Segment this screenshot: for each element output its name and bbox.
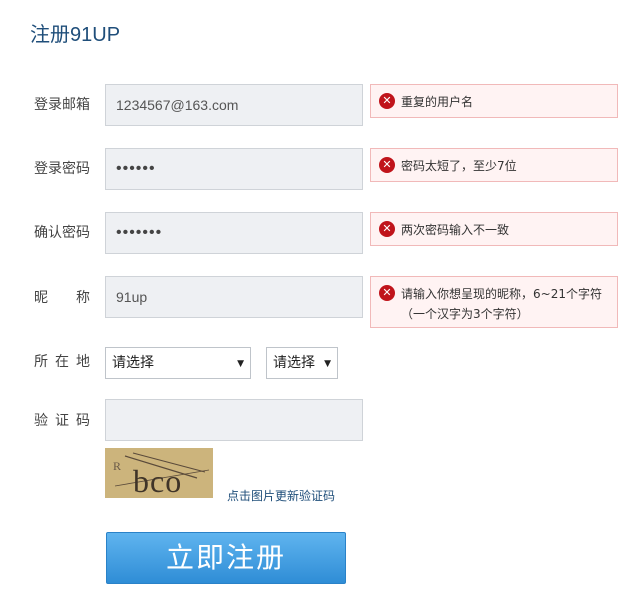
city-select[interactable]: 请选择 ▼ [266, 347, 338, 379]
captcha-label-char: 证 [55, 413, 69, 429]
nickname-error-line1: 请输入你想呈现的昵称，6~21个字符 [401, 287, 602, 301]
location-label: 所 在 地 [34, 351, 90, 371]
error-x-icon: ✕ [379, 157, 395, 173]
password-label: 登录密码 [34, 161, 90, 177]
password-error-text: 密码太短了，至少7位 [401, 159, 517, 173]
password-error: ✕ 密码太短了，至少7位 [370, 148, 618, 182]
captcha-input[interactable] [105, 399, 363, 441]
error-x-icon: ✕ [379, 285, 395, 301]
nickname-error: ✕ 请输入你想呈现的昵称，6~21个字符 （一个汉字为3个字符） [370, 276, 618, 328]
location-label-char: 地 [76, 354, 90, 370]
nickname-label: 昵 称 [34, 287, 90, 307]
nickname-label-char: 称 [76, 290, 90, 306]
location-label-char: 在 [55, 354, 69, 370]
nickname-label-char: 昵 [34, 290, 48, 306]
nickname-error-line2: （一个汉字为3个字符） [401, 307, 529, 321]
captcha-image[interactable]: R bco [105, 448, 213, 498]
captcha-prefix-text: R [113, 459, 121, 473]
register-button[interactable]: 立即注册 [106, 532, 346, 584]
chevron-down-icon: ▼ [237, 359, 244, 369]
nickname-input[interactable]: 91up [105, 276, 363, 318]
captcha-label-char: 验 [34, 413, 48, 429]
confirm-label: 确认密码 [34, 225, 90, 241]
chevron-down-icon: ▼ [324, 359, 331, 369]
page-title: 注册91UP [30, 24, 121, 46]
email-label: 登录邮箱 [34, 97, 90, 113]
confirm-password-input[interactable]: ••••••• [105, 212, 363, 254]
location-label-char: 所 [34, 354, 48, 370]
confirm-error: ✕ 两次密码输入不一致 [370, 212, 618, 246]
city-select-value: 请选择 [273, 355, 315, 371]
error-x-icon: ✕ [379, 221, 395, 237]
email-error: ✕ 重复的用户名 [370, 84, 618, 118]
captcha-label-char: 码 [76, 413, 90, 429]
email-error-text: 重复的用户名 [401, 95, 474, 109]
confirm-error-text: 两次密码输入不一致 [401, 223, 510, 237]
province-select[interactable]: 请选择 ▼ [105, 347, 251, 379]
captcha-label: 验 证 码 [34, 410, 90, 430]
captcha-graphic: R bco [105, 448, 213, 498]
refresh-captcha-link[interactable]: 点击图片更新验证码 [227, 487, 335, 504]
error-x-icon: ✕ [379, 93, 395, 109]
province-select-value: 请选择 [112, 355, 154, 371]
email-input[interactable]: 1234567@163.com [105, 84, 363, 126]
password-input[interactable]: •••••• [105, 148, 363, 190]
captcha-image-text: bco [133, 463, 182, 498]
